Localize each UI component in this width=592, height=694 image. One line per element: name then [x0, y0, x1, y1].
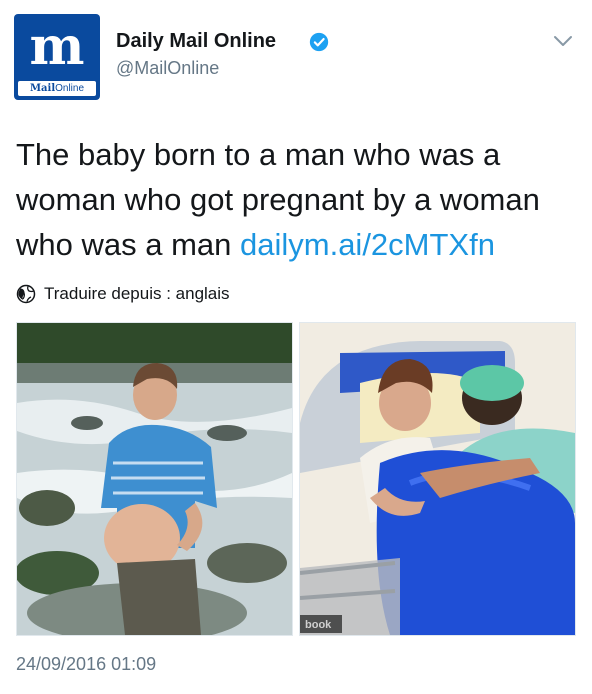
tweet-photo-river[interactable]: [16, 322, 293, 636]
photo-watermark: book: [305, 619, 332, 631]
river-photo-image: [17, 323, 292, 635]
verified-badge-icon: [309, 32, 329, 52]
avatar-monogram: m: [29, 16, 85, 77]
author-display-name[interactable]: Daily Mail Online: [116, 30, 276, 53]
tweet-card: m MailOnline Daily Mail Online @MailOnli…: [0, 0, 592, 694]
tweet-timestamp[interactable]: 24/09/2016 01:09: [16, 654, 156, 675]
chevron-down-icon[interactable]: [552, 34, 574, 48]
globe-icon: [16, 284, 36, 304]
avatar-wordmark-light: Online: [55, 83, 85, 94]
avatar-wordmark-bold: Mail: [29, 83, 56, 94]
translate-link[interactable]: Traduire depuis : anglais: [16, 283, 230, 305]
avatar[interactable]: m MailOnline: [14, 14, 100, 100]
tweet-link[interactable]: dailym.ai/2cMTXfn: [240, 227, 495, 262]
tweet-text: The baby born to a man who was a woman w…: [16, 132, 581, 267]
hospital-photo-image: book: [300, 323, 575, 635]
translate-label: Traduire depuis : anglais: [44, 284, 230, 303]
avatar-wordmark: MailOnline: [18, 81, 96, 96]
author-handle[interactable]: @MailOnline: [116, 58, 219, 79]
tweet-photo-hospital[interactable]: book: [299, 322, 576, 636]
